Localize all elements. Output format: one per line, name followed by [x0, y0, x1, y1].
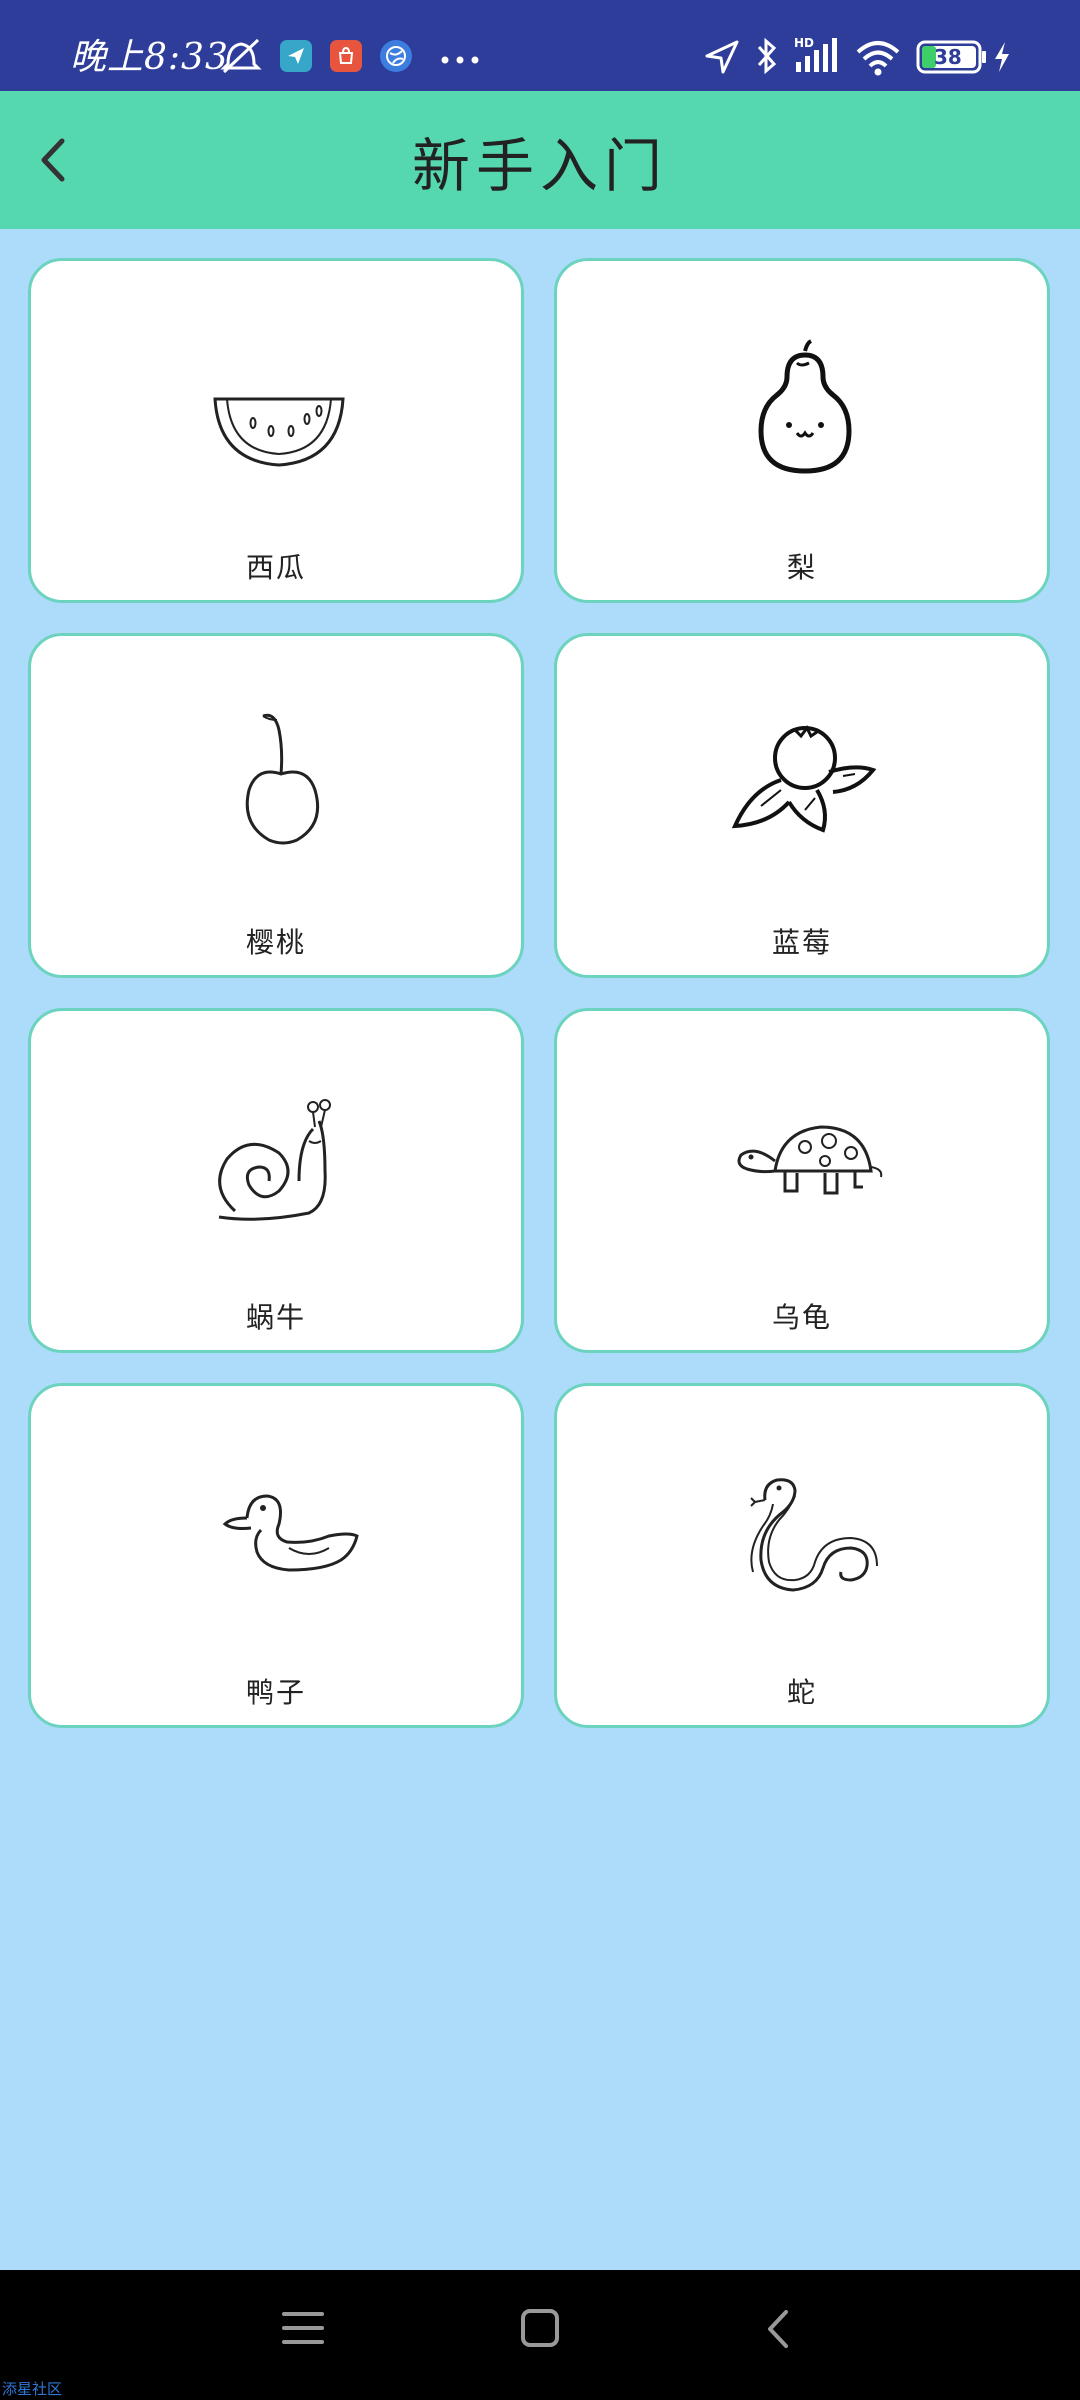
- card-label: 梨: [786, 551, 817, 584]
- wifi-icon: [854, 38, 902, 80]
- browser-icon: [380, 40, 412, 72]
- snake-drawing: [750, 1478, 878, 1592]
- card-watermelon[interactable]: 西瓜: [28, 258, 524, 603]
- nav-bar: [0, 2270, 1080, 2400]
- turtle-drawing: [737, 1125, 883, 1195]
- card-label: 鸭子: [245, 1676, 306, 1709]
- shopping-icon: [330, 40, 362, 72]
- pear-drawing: [758, 339, 852, 474]
- card-blueberry[interactable]: 蓝莓: [554, 633, 1050, 978]
- mute-icon: [218, 36, 264, 80]
- card-label: 西瓜: [245, 551, 306, 584]
- watermelon-drawing: [213, 397, 345, 467]
- card-turtle[interactable]: 乌龟: [554, 1008, 1050, 1353]
- home-icon: [521, 2309, 559, 2347]
- card-pear[interactable]: 梨: [554, 258, 1050, 603]
- menu-button[interactable]: [282, 2308, 324, 2352]
- card-label: 樱桃: [245, 926, 306, 959]
- back-icon: [768, 2310, 788, 2348]
- card-duck[interactable]: 鸭子: [28, 1383, 524, 1728]
- location-icon: [703, 38, 741, 80]
- card-label: 蛇: [786, 1676, 817, 1709]
- card-label: 乌龟: [771, 1301, 832, 1334]
- signal-icon: HD: [794, 36, 844, 80]
- app-header: 新手入门: [0, 91, 1080, 229]
- status-time: 晚上8:33: [70, 37, 229, 78]
- home-button[interactable]: [520, 2308, 560, 2352]
- card-grid: 西瓜 梨 樱桃 蓝莓 蜗牛 乌龟 鸭子 蛇: [28, 258, 1052, 1728]
- status-bar: 晚上8:33 HD 38: [0, 0, 1080, 91]
- network-label: HD: [794, 36, 814, 50]
- duck-drawing: [222, 1494, 359, 1572]
- more-icon: [440, 50, 480, 69]
- blueberry-drawing: [731, 725, 877, 833]
- card-label: 蓝莓: [771, 926, 832, 959]
- card-cherry[interactable]: 樱桃: [28, 633, 524, 978]
- bluetooth-icon: [754, 36, 780, 80]
- cherry-drawing: [245, 713, 320, 845]
- telegram-icon: [280, 40, 312, 72]
- charging-icon: [992, 40, 1012, 78]
- watermark: 添星社区: [2, 2380, 63, 2398]
- card-snake[interactable]: 蛇: [554, 1383, 1050, 1728]
- nav-back-button[interactable]: [762, 2308, 792, 2354]
- card-snail[interactable]: 蜗牛: [28, 1008, 524, 1353]
- card-label: 蜗牛: [245, 1301, 306, 1334]
- battery-level: 38: [934, 45, 962, 69]
- menu-icon: [282, 2312, 324, 2344]
- page-title: 新手入门: [411, 132, 668, 200]
- snail-drawing: [218, 1099, 331, 1221]
